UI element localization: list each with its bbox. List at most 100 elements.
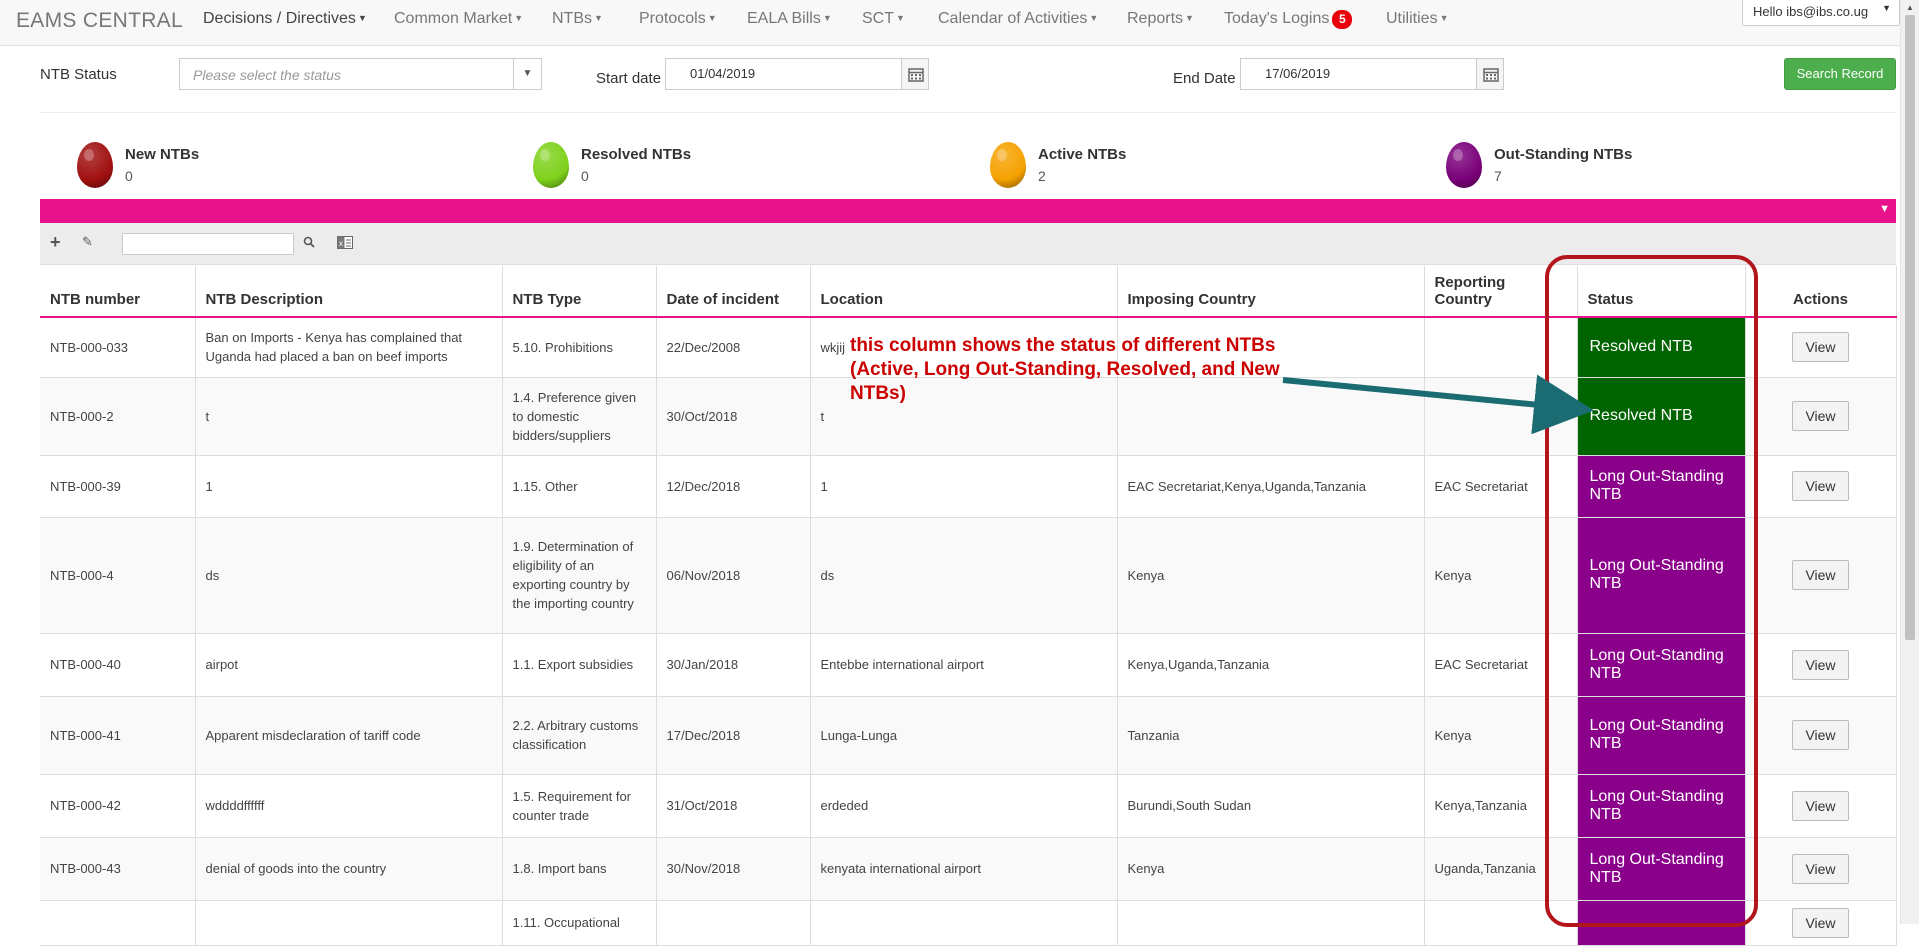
col-header-ntb-number[interactable]: NTB number: [40, 266, 196, 318]
cell-date: 17/Dec/2018: [656, 696, 811, 775]
cell-ntb-number: NTB-000-033: [40, 317, 196, 378]
cell-type: 2.2. Arbitrary customs classification: [502, 696, 657, 775]
nav-todays-logins[interactable]: Today's Logins 5: [1224, 10, 1353, 29]
cell-location: Lunga-Lunga: [810, 696, 1118, 775]
nav-label: SCT: [862, 10, 894, 27]
svg-text:x: x: [339, 239, 343, 248]
nav-label: Reports: [1127, 10, 1184, 27]
cell-location: Entebbe international airport: [810, 633, 1118, 697]
end-date-label: End Date: [1173, 70, 1236, 87]
view-button[interactable]: View: [1792, 401, 1849, 431]
cell-type: 1.1. Export subsidies: [502, 633, 657, 697]
brand-logo[interactable]: EAMS CENTRAL: [16, 9, 183, 33]
caret-down-icon[interactable]: ▼: [513, 59, 541, 89]
cell-location: ds: [810, 517, 1118, 634]
cell-ntb-number: NTB-000-42: [40, 774, 196, 838]
cell-actions: View: [1745, 455, 1897, 518]
cell-actions: View: [1745, 633, 1897, 697]
nav-eala-bills[interactable]: EALA Bills ▼: [747, 10, 832, 28]
nav-label: NTBs: [552, 10, 592, 27]
collapse-icon[interactable]: ▼: [1879, 203, 1890, 215]
caret-down-icon: ▼: [707, 13, 717, 23]
cell-actions: View: [1745, 317, 1897, 378]
cell-date: 30/Oct/2018: [656, 377, 811, 456]
page-scrollbar[interactable]: ▲: [1900, 0, 1919, 924]
cell-description: wddddffffff: [195, 774, 503, 838]
cell-ntb-number: NTB-000-43: [40, 837, 196, 901]
nav-utilities[interactable]: Utilities ▼: [1386, 10, 1448, 28]
annotation-line: (Active, Long Out-Standing, Resolved, an…: [850, 359, 1280, 404]
view-button[interactable]: View: [1792, 790, 1849, 821]
cell-description: 1: [195, 455, 503, 518]
cell-date: 06/Nov/2018: [656, 517, 811, 634]
cell-actions: View: [1745, 837, 1897, 901]
add-icon[interactable]: +: [50, 232, 61, 253]
end-date-input[interactable]: 17/06/2019: [1240, 58, 1477, 90]
view-button[interactable]: View: [1792, 649, 1849, 680]
cell-ntb-number: NTB-000-41: [40, 696, 196, 775]
grid-search-input[interactable]: [122, 233, 294, 255]
cell-actions: View: [1745, 774, 1897, 838]
start-date-input[interactable]: 01/04/2019: [665, 58, 902, 90]
legend-count: 7: [1494, 168, 1502, 184]
cell-actions: View: [1745, 696, 1897, 775]
scroll-up-icon[interactable]: ▲: [1906, 3, 1914, 12]
nav-ntbs[interactable]: NTBs ▼: [552, 10, 603, 28]
cell-date: 31/Oct/2018: [656, 774, 811, 838]
nav-label: Protocols: [639, 10, 706, 27]
cell-ntb-number: NTB-000-39: [40, 455, 196, 518]
caret-down-icon: ▼: [514, 13, 524, 23]
view-button[interactable]: View: [1792, 471, 1849, 501]
cell-ntb-number: [40, 900, 196, 946]
view-button[interactable]: View: [1792, 332, 1849, 363]
cell-date: 22/Dec/2008: [656, 317, 811, 378]
cell-actions: View: [1745, 900, 1897, 946]
view-button[interactable]: View: [1792, 907, 1849, 938]
divider: [40, 112, 1896, 113]
status-column-highlight: [1545, 255, 1758, 927]
nav-reports[interactable]: Reports ▼: [1127, 10, 1194, 28]
cell-imposing-country: Kenya,Uganda,Tanzania: [1117, 633, 1425, 697]
nav-sct[interactable]: SCT ▼: [862, 10, 905, 28]
cell-ntb-number: NTB-000-40: [40, 633, 196, 697]
view-button[interactable]: View: [1792, 720, 1849, 750]
legend-title: Active NTBs: [1038, 146, 1127, 163]
nav-calendar[interactable]: Calendar of Activities ▼: [938, 10, 1098, 28]
cell-type: 1.8. Import bans: [502, 837, 657, 901]
col-header-imposing-country[interactable]: Imposing Country: [1117, 266, 1425, 318]
annotation-line: this column shows the status of differen…: [850, 335, 1276, 356]
view-button[interactable]: View: [1792, 560, 1849, 590]
col-header-location[interactable]: Location: [810, 266, 1118, 318]
cell-date: [656, 900, 811, 946]
top-navbar: EAMS CENTRAL Decisions / Directives ▼ Com…: [0, 0, 1900, 46]
cell-ntb-number: NTB-000-2: [40, 377, 196, 456]
calendar-icon[interactable]: [901, 58, 929, 90]
excel-export-icon[interactable]: x: [337, 236, 353, 253]
col-header-description[interactable]: NTB Description: [195, 266, 503, 318]
caret-down-icon: ▼: [1882, 3, 1891, 13]
cell-actions: View: [1745, 517, 1897, 634]
nav-decisions-directives[interactable]: Decisions / Directives ▼: [203, 10, 367, 28]
scroll-thumb[interactable]: [1905, 15, 1915, 640]
search-icon[interactable]: [303, 235, 315, 252]
nav-protocols[interactable]: Protocols ▼: [639, 10, 717, 28]
cell-imposing-country: Tanzania: [1117, 696, 1425, 775]
ntb-status-select[interactable]: Please select the status ▼: [179, 58, 542, 90]
cell-location: erdeded: [810, 774, 1118, 838]
calendar-icon[interactable]: [1476, 58, 1504, 90]
cell-imposing-country: Kenya: [1117, 837, 1425, 901]
caret-down-icon: ▼: [594, 13, 603, 23]
edit-icon[interactable]: ✎: [82, 234, 93, 250]
nav-label: Common Market: [394, 10, 513, 27]
col-header-date[interactable]: Date of incident: [656, 266, 811, 318]
cell-actions: View: [1745, 377, 1897, 456]
caret-down-icon: ▼: [1089, 13, 1099, 23]
user-menu[interactable]: Hello ibs@ibs.co.ug ▼: [1742, 0, 1900, 26]
caret-down-icon: ▼: [896, 13, 905, 23]
view-button[interactable]: View: [1792, 853, 1849, 884]
cell-date: 30/Jan/2018: [656, 633, 811, 697]
nav-common-market[interactable]: Common Market ▼: [394, 10, 523, 28]
search-record-button[interactable]: Search Record: [1784, 58, 1896, 90]
col-header-type[interactable]: NTB Type: [502, 266, 657, 318]
cell-location: kenyata international airport: [810, 837, 1118, 901]
